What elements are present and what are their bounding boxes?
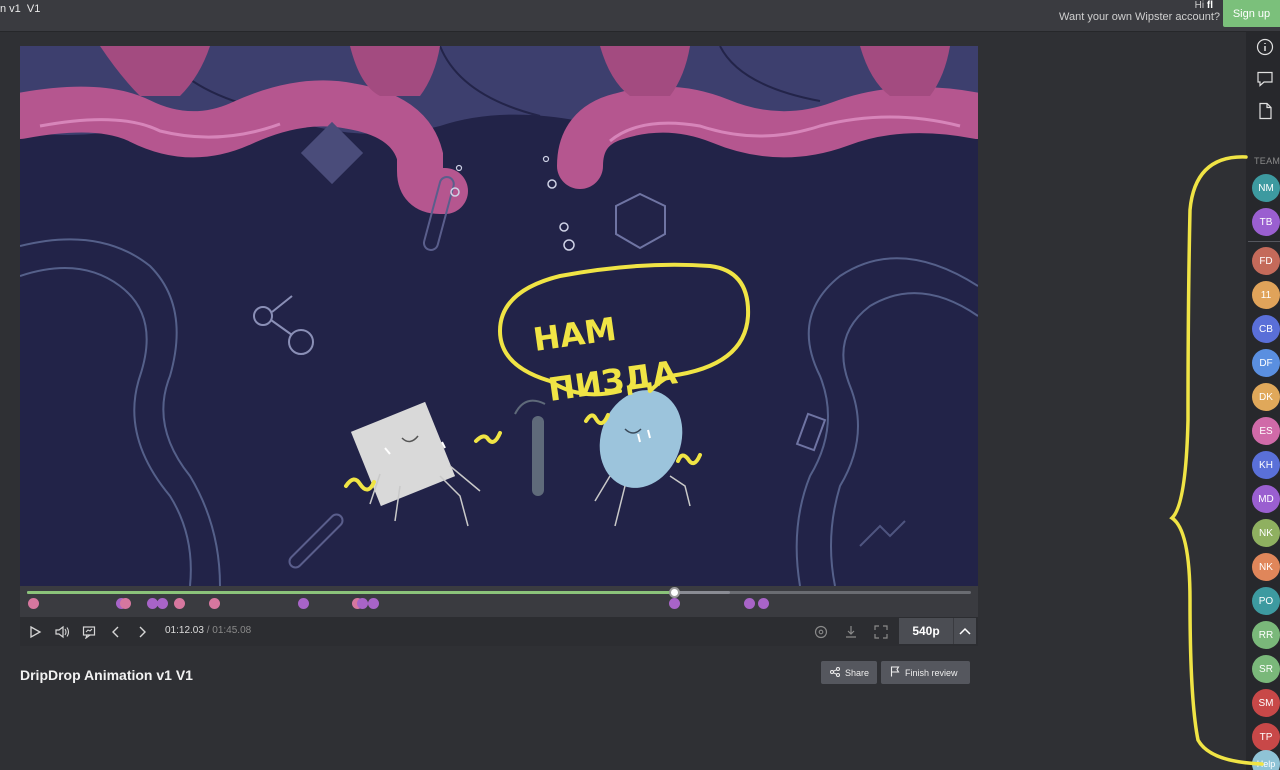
team-label: TEAM <box>1254 156 1280 166</box>
current-time: 01:12.03 <box>165 625 204 636</box>
document-icon[interactable] <box>1254 100 1276 122</box>
comment-marker[interactable] <box>146 598 158 609</box>
comment-marker[interactable] <box>27 598 39 609</box>
comment-marker[interactable] <box>173 598 185 609</box>
share-label: Share <box>845 667 870 678</box>
avatar[interactable]: CB <box>1252 315 1280 343</box>
top-bar: n v1 V1 Hi fl Want your own Wipster acco… <box>0 0 1280 32</box>
avatar[interactable]: RR <box>1252 621 1280 649</box>
avatar-initials: NM <box>1258 182 1274 194</box>
total-time: / 01:45.08 <box>206 625 252 636</box>
avatar[interactable]: DF <box>1252 349 1280 377</box>
promo-text: Want your own Wipster account? <box>1059 11 1220 23</box>
time-display: 01:12.03 / 01:45.08 <box>165 625 251 636</box>
quality-selector[interactable]: 540p <box>899 618 976 644</box>
previous-icon[interactable] <box>105 621 127 643</box>
comment-marker[interactable] <box>368 598 380 609</box>
avatar-initials: DF <box>1259 357 1273 369</box>
avatar-initials: 11 <box>1260 289 1272 301</box>
avatar[interactable]: NM <box>1252 174 1280 202</box>
play-icon[interactable] <box>24 621 46 643</box>
avatar-initials: NK <box>1259 561 1273 573</box>
help-label: Help <box>1256 759 1276 769</box>
avatar-initials: NK <box>1259 527 1273 539</box>
rail-divider <box>1248 241 1280 242</box>
volume-icon[interactable] <box>51 621 73 643</box>
loop-icon[interactable] <box>810 621 832 643</box>
avatar-initials: RR <box>1258 629 1274 641</box>
share-button[interactable]: Share <box>821 661 877 684</box>
avatar[interactable]: 11 <box>1252 281 1280 309</box>
avatar-initials: TB <box>1259 216 1273 228</box>
flag-icon <box>890 666 900 679</box>
avatar[interactable]: NK <box>1252 553 1280 581</box>
download-icon[interactable] <box>840 621 862 643</box>
video-frame[interactable]: НАМ ПИЗДА <box>20 46 978 586</box>
comment-marker[interactable] <box>120 598 132 609</box>
avatar-initials: ES <box>1259 425 1273 437</box>
avatar[interactable]: SM <box>1252 689 1280 717</box>
quality-label: 540p <box>912 624 940 638</box>
comments-icon[interactable] <box>1254 68 1276 90</box>
avatar[interactable]: DK <box>1252 383 1280 411</box>
progress-track[interactable] <box>27 591 971 594</box>
video-illustration: НАМ ПИЗДА <box>20 46 978 586</box>
playhead-handle[interactable] <box>668 587 680 598</box>
video-title: DripDrop Animation v1 V1 <box>20 667 193 683</box>
comment-marker[interactable] <box>668 598 680 609</box>
comment-marker[interactable] <box>758 598 770 609</box>
avatar[interactable]: MD <box>1252 485 1280 513</box>
avatar[interactable]: NK <box>1252 519 1280 547</box>
avatar-initials: SM <box>1258 697 1274 709</box>
finish-review-button[interactable]: Finish review <box>881 661 970 684</box>
avatar[interactable]: TB <box>1252 208 1280 236</box>
avatar-initials: PO <box>1258 595 1274 607</box>
comment-marker[interactable] <box>208 598 220 609</box>
comment-marker[interactable] <box>156 598 168 609</box>
avatar-initials: DK <box>1259 391 1273 403</box>
breadcrumb[interactable]: n v1 V1 <box>0 3 40 15</box>
chevron-up-icon[interactable] <box>953 618 976 644</box>
player-controls: 01:12.03 / 01:45.08 540p <box>20 617 978 646</box>
finish-review-label: Finish review <box>905 667 958 678</box>
sign-up-button[interactable]: Sign up <box>1223 0 1280 27</box>
greeting: Hi fl <box>1194 0 1213 11</box>
info-icon[interactable] <box>1254 36 1276 58</box>
comment-marker[interactable] <box>357 598 369 609</box>
avatar[interactable]: FD <box>1252 247 1280 275</box>
comment-marker[interactable] <box>297 598 309 609</box>
next-icon[interactable] <box>131 621 153 643</box>
avatar[interactable]: ES <box>1252 417 1280 445</box>
avatar-initials: MD <box>1258 493 1274 505</box>
help-button[interactable]: Help <box>1252 750 1280 770</box>
avatar-initials: CB <box>1259 323 1273 335</box>
comment-toggle-icon[interactable] <box>78 621 100 643</box>
played-bar <box>27 591 674 594</box>
avatar[interactable]: TP <box>1252 723 1280 751</box>
share-icon <box>830 666 840 679</box>
avatar[interactable]: KH <box>1252 451 1280 479</box>
avatar-initials: SR <box>1259 663 1273 675</box>
avatar-initials: KH <box>1259 459 1273 471</box>
fullscreen-icon[interactable] <box>870 621 892 643</box>
comment-marker[interactable] <box>744 598 756 609</box>
scrub-bar[interactable] <box>20 586 978 617</box>
avatar-initials: FD <box>1259 255 1273 267</box>
avatar[interactable]: PO <box>1252 587 1280 615</box>
avatar-initials: TP <box>1259 731 1273 743</box>
avatar[interactable]: SR <box>1252 655 1280 683</box>
